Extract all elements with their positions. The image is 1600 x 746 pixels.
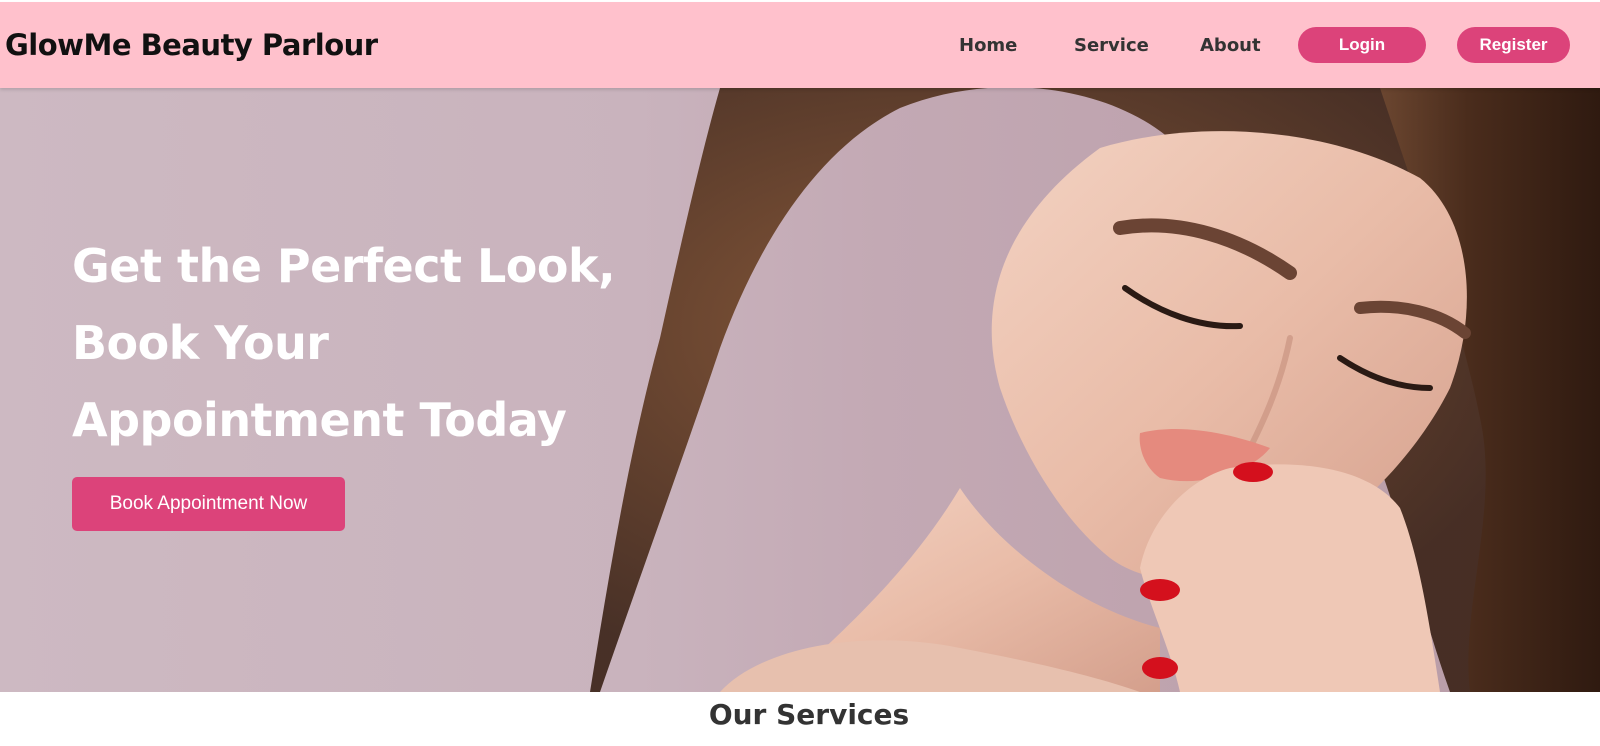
hero-headline-line-3: Appointment Today: [72, 393, 567, 447]
login-button[interactable]: Login: [1298, 27, 1426, 63]
nav-link-about[interactable]: About: [1200, 35, 1261, 56]
hero-headline-line-2: Book Your: [72, 316, 329, 370]
book-appointment-button[interactable]: Book Appointment Now: [72, 477, 345, 531]
nav-link-home[interactable]: Home: [959, 35, 1017, 56]
hero-headline: Get the Perfect Look, Book Your Appointm…: [72, 228, 692, 459]
hero-headline-line-1: Get the Perfect Look,: [72, 239, 616, 293]
nav-link-service[interactable]: Service: [1074, 35, 1149, 56]
register-button[interactable]: Register: [1457, 27, 1570, 63]
navbar: GlowMe Beauty Parlour Home Service About…: [0, 2, 1600, 88]
services-section-heading: Our Services: [708, 698, 910, 731]
hero-section: Get the Perfect Look, Book Your Appointm…: [0, 88, 1600, 692]
